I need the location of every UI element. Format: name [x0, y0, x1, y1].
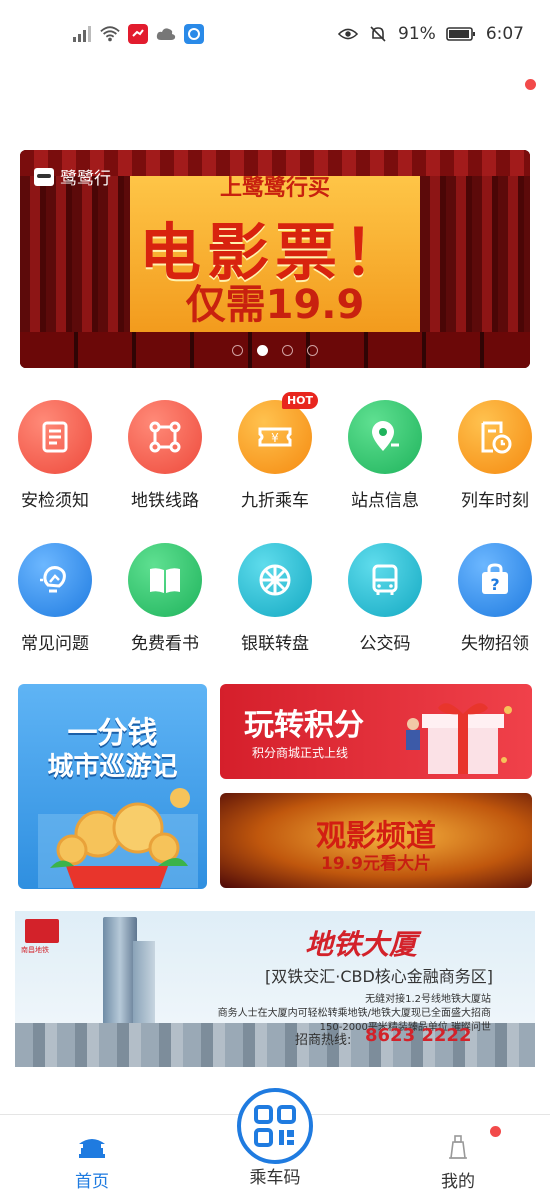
service-grid-row-1: 安检须知 地铁线路 ¥ HOT 九折乘车 站点信息 列车时刻	[0, 392, 550, 511]
tab-mine[interactable]: 我的	[428, 1115, 488, 1192]
grid-label: 失物招领	[461, 634, 529, 654]
mine-notification-dot	[490, 1126, 501, 1137]
promo-points-card[interactable]: 玩转积分 积分商城正式上线	[220, 684, 532, 779]
tab-home-label: 首页	[75, 1172, 109, 1192]
grid-item-metro-lines[interactable]: 地铁线路	[110, 400, 220, 511]
notification-dot	[525, 79, 536, 90]
ticket-icon: ¥ HOT	[238, 392, 318, 474]
grid-label: 公交码	[359, 634, 411, 654]
tab-ride-code-label: 乘车码	[249, 1168, 301, 1188]
grid-item-unionpay-wheel[interactable]: 银联转盘	[220, 543, 330, 654]
ad-title: 地铁大厦	[305, 928, 418, 961]
book-icon	[128, 543, 202, 617]
metro-tower-ad[interactable]: 南昌地铁 地铁大厦 [双铁交汇·CBD核心金融商务区] 无缝对接1.2号线地铁大…	[15, 911, 535, 1067]
promo-banner-carousel[interactable]: 鹭鹭行 上鹭鹭行买 电影票！ 仅需19.9	[20, 150, 530, 368]
eye-icon	[338, 24, 359, 44]
ad-text-line1: 无缝对接1.2号线地铁大厦站	[365, 994, 491, 1005]
grid-item-security-notice[interactable]: 安检须知	[0, 400, 110, 511]
promo-points-title: 玩转积分	[244, 708, 364, 743]
grid-item-station-info[interactable]: 站点信息	[330, 400, 440, 511]
battery-percent: 91%	[398, 24, 436, 44]
promo-points-subtitle: 积分商城正式上线	[252, 746, 349, 760]
carousel-dot-1[interactable]	[232, 345, 243, 356]
lightbulb-icon	[18, 543, 92, 617]
promo-city-tour-card[interactable]: 一分钱 城市巡游记	[18, 684, 207, 889]
home-pavilion-icon	[77, 1133, 107, 1161]
grid-item-discount-ride[interactable]: ¥ HOT 九折乘车	[220, 392, 330, 511]
ad-subtitle: [双铁交汇·CBD核心金融商务区]	[265, 967, 494, 986]
clock-time: 6:07	[485, 24, 524, 44]
carousel-dot-4[interactable]	[307, 345, 318, 356]
status-bar: 91% 6:07	[0, 0, 550, 68]
gift-box-illustration	[406, 703, 512, 774]
grid-item-faq[interactable]: 常见问题	[0, 543, 110, 654]
lost-bag-icon: ?	[458, 543, 532, 617]
tab-home[interactable]: 首页	[62, 1115, 122, 1192]
schedule-icon	[458, 400, 532, 474]
grid-label: 九折乘车	[241, 491, 309, 511]
svg-text:?: ?	[490, 575, 499, 594]
promo-city-tour-line2: 城市巡游记	[47, 752, 178, 782]
no-signal-icon	[72, 24, 92, 44]
route-icon	[128, 400, 202, 474]
wifi-icon	[100, 24, 120, 44]
status-icons-right: 91% 6:07	[338, 24, 524, 44]
grid-label: 列车时刻	[461, 491, 529, 511]
promo-movie-channel-card[interactable]: 观影频道 19.9元看大片	[220, 793, 532, 888]
promo-movie-subtitle: 19.9元看大片	[321, 854, 431, 874]
ad-hotline-number[interactable]: 8623 2222	[365, 1025, 471, 1046]
mute-bell-icon	[368, 24, 388, 44]
banner-price: 仅需19.9	[185, 282, 365, 328]
grid-label: 站点信息	[351, 491, 419, 511]
tab-mine-label: 我的	[441, 1172, 475, 1192]
grid-label: 安检须知	[21, 491, 89, 511]
carousel-dot-3[interactable]	[282, 345, 293, 356]
cloud-icon	[156, 24, 176, 44]
grid-label: 地铁线路	[131, 491, 199, 511]
service-grid-row-2: 常见问题 免费看书 银联转盘 公交码 ? 失物招领	[0, 543, 550, 654]
wheel-icon	[238, 543, 312, 617]
grid-item-lost-found[interactable]: ? 失物招领	[440, 543, 550, 654]
checklist-icon	[18, 400, 92, 474]
grid-item-train-schedule[interactable]: 列车时刻	[440, 400, 550, 511]
grid-item-bus-code[interactable]: 公交码	[330, 543, 440, 654]
message-app-icon	[184, 24, 204, 44]
ad-logo-text: 南昌地铁	[21, 946, 49, 954]
bus-icon	[348, 543, 422, 617]
grid-item-free-reading[interactable]: 免费看书	[110, 543, 220, 654]
coins-illustration	[38, 788, 198, 888]
location-pin-icon	[348, 400, 422, 474]
grid-label: 常见问题	[21, 634, 89, 654]
battery-icon	[446, 24, 476, 44]
carousel-dot-2-active[interactable]	[257, 345, 268, 356]
grid-label: 银联转盘	[241, 634, 309, 654]
status-icons-left	[72, 24, 204, 44]
nanchang-metro-logo-icon	[25, 919, 59, 943]
app-notification-icon	[128, 24, 148, 44]
grid-label: 免费看书	[131, 634, 199, 654]
qr-code-icon	[254, 1105, 296, 1147]
hot-badge: HOT	[281, 392, 318, 409]
carousel-dots	[20, 345, 530, 356]
ad-hotline-label: 招商热线:	[295, 1033, 352, 1048]
profile-tower-icon	[443, 1133, 473, 1161]
ad-text-line2: 商务人士在大厦内可轻松转乘地铁/地铁大厦现已全面盛大招商	[217, 1008, 491, 1019]
svg-text:¥: ¥	[271, 431, 279, 445]
ride-code-button[interactable]	[237, 1088, 313, 1164]
banner-line1: 上鹭鹭行买	[219, 176, 330, 201]
